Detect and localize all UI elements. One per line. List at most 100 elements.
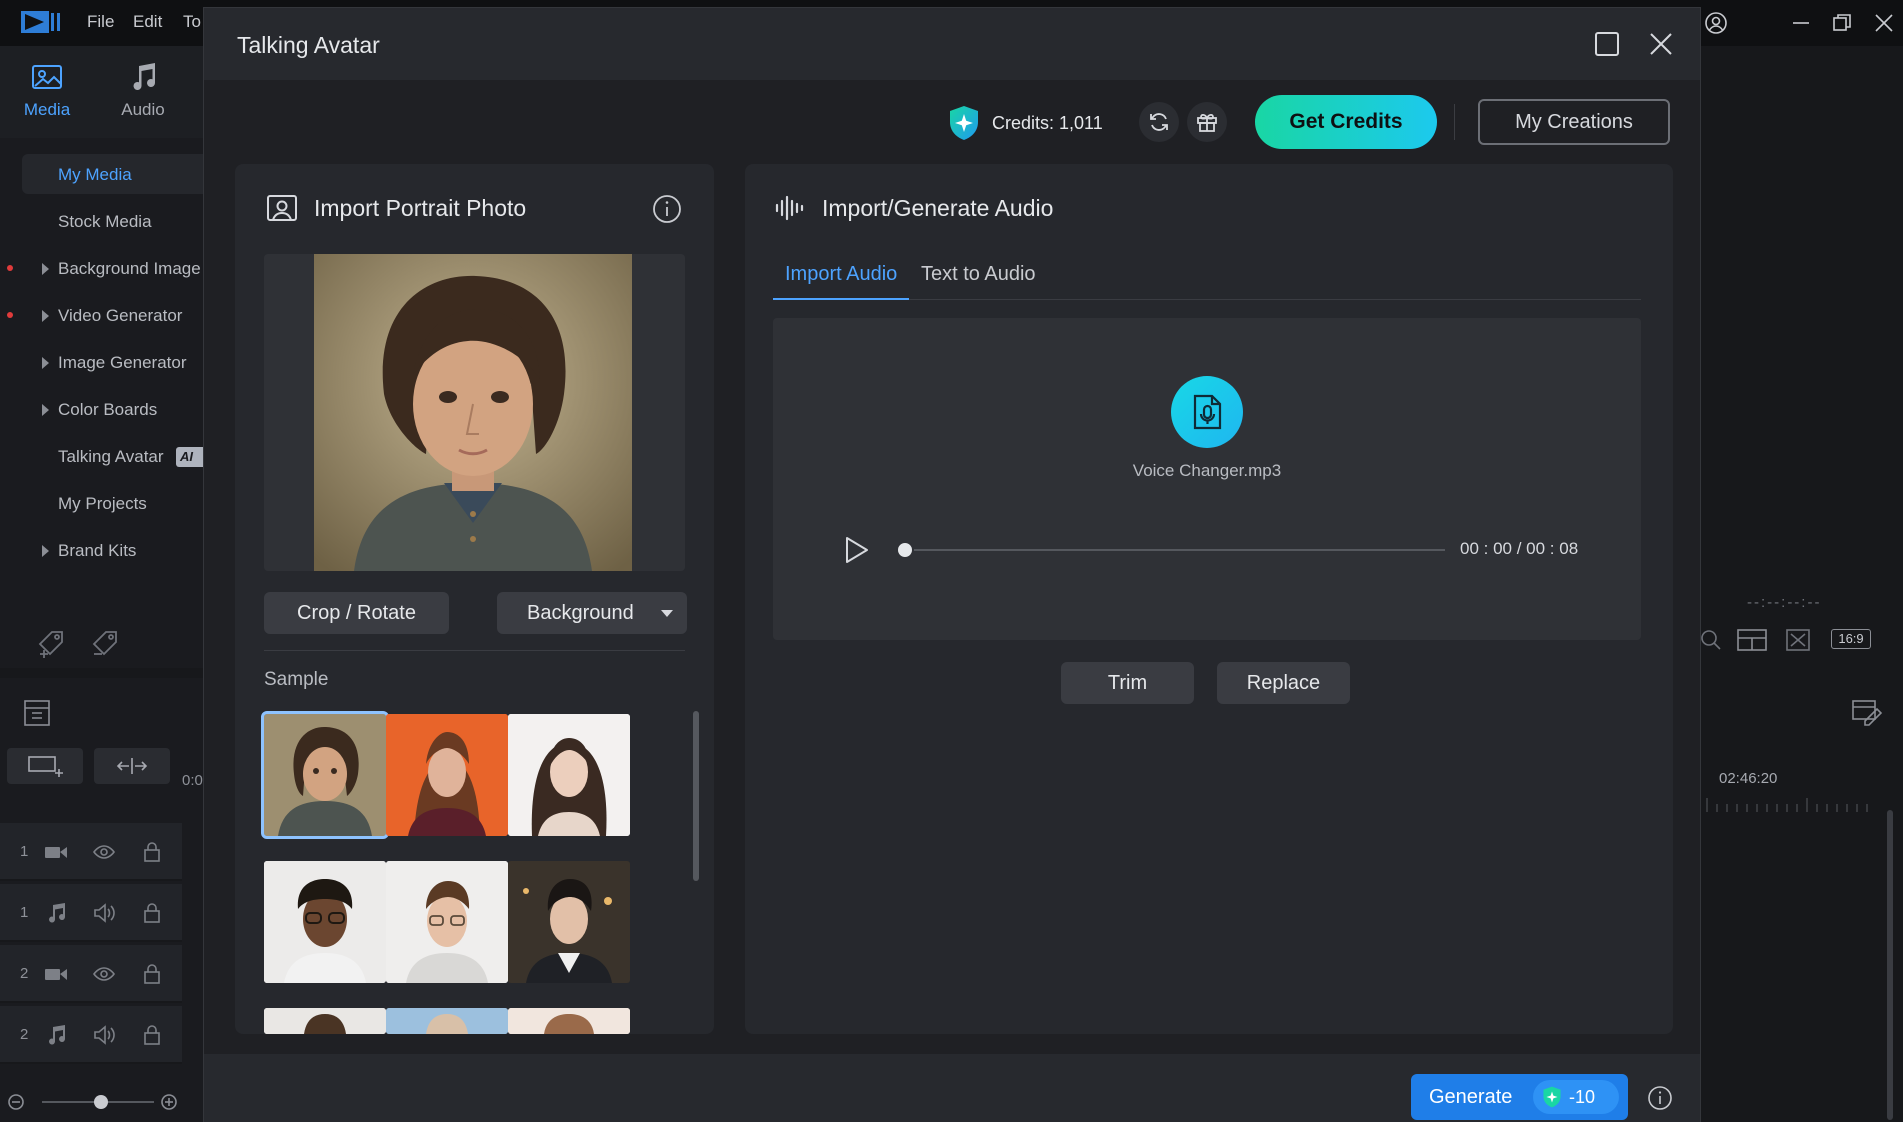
sample-thumb-2[interactable]	[386, 714, 508, 836]
eye-icon[interactable]	[92, 963, 116, 985]
sidebar-item-video-generator[interactable]: Video Generator	[58, 306, 182, 326]
sample-thumb-9[interactable]	[508, 1008, 630, 1034]
sample-thumb-5[interactable]	[386, 861, 508, 983]
track-row-audio-2: 2	[0, 1006, 182, 1064]
background-dropdown[interactable]: Background	[497, 592, 687, 634]
sidebar-item-talking-avatar[interactable]: Talking Avatar	[58, 447, 164, 467]
add-tag-icon[interactable]	[36, 628, 68, 660]
speaker-icon[interactable]	[92, 902, 116, 924]
timeline-vscrollbar[interactable]	[1887, 810, 1893, 1120]
portrait-panel: Import Portrait Photo Crop / Rotate Back…	[235, 164, 714, 1034]
track-number: 1	[20, 843, 29, 860]
zoom-icon[interactable]	[1701, 628, 1723, 652]
gift-button[interactable]	[1187, 102, 1227, 142]
portrait-preview[interactable]	[264, 254, 685, 571]
samples-scrollbar[interactable]	[693, 711, 699, 881]
media-library-sidebar: My Media Stock Media Background Image Vi…	[0, 138, 222, 668]
play-icon[interactable]	[841, 534, 871, 566]
lock-icon[interactable]	[140, 963, 164, 985]
expand-arrow-icon[interactable]	[42, 404, 49, 416]
expand-arrow-icon[interactable]	[42, 357, 49, 369]
divider	[264, 650, 685, 651]
info-icon[interactable]	[652, 194, 682, 224]
sidebar-item-my-projects[interactable]: My Projects	[58, 494, 147, 514]
app-close-icon[interactable]	[1872, 11, 1896, 35]
sample-portrait-man-suit	[508, 861, 630, 983]
audio-progress-track[interactable]	[905, 549, 1445, 551]
sample-portrait-woman-white	[508, 714, 630, 836]
sample-thumb-1[interactable]	[261, 711, 389, 839]
menu-edit[interactable]: Edit	[133, 12, 162, 32]
restore-icon[interactable]	[1830, 11, 1854, 35]
sample-portrait-boy	[264, 714, 386, 836]
my-creations-button[interactable]: My Creations	[1478, 99, 1670, 145]
expand-arrow-icon[interactable]	[42, 310, 49, 322]
sidebar-item-brand-kits[interactable]: Brand Kits	[58, 541, 136, 561]
split-icon	[116, 758, 148, 774]
credits-shield-icon	[1543, 1086, 1561, 1108]
menu-tools[interactable]: To	[183, 12, 201, 32]
eye-icon[interactable]	[92, 841, 116, 863]
sidebar-item-image-generator[interactable]: Image Generator	[58, 353, 187, 373]
tab-media[interactable]: Media	[2, 60, 92, 120]
tab-text-to-audio[interactable]: Text to Audio	[909, 260, 1048, 300]
speaker-icon[interactable]	[92, 1024, 116, 1046]
refresh-credits-button[interactable]	[1139, 102, 1179, 142]
add-track-button[interactable]	[7, 748, 83, 784]
expand-arrow-icon[interactable]	[42, 263, 49, 275]
sidebar-item-my-media[interactable]: My Media	[58, 165, 132, 185]
layout-icon[interactable]	[1737, 628, 1767, 652]
timecode: --:--:--:--	[1747, 594, 1822, 611]
sample-thumb-3[interactable]	[508, 714, 630, 836]
tab-audio[interactable]: Audio	[98, 60, 188, 120]
sample-thumb-7[interactable]	[264, 1008, 386, 1034]
tab-import-audio[interactable]: Import Audio	[773, 260, 910, 300]
add-track-icon	[28, 756, 63, 777]
tab-audio-label: Audio	[121, 100, 165, 119]
track-number: 2	[20, 965, 29, 982]
lock-icon[interactable]	[140, 1024, 164, 1046]
sample-thumb-8[interactable]	[386, 1008, 508, 1034]
sidebar-item-stock-media[interactable]: Stock Media	[58, 212, 152, 232]
tab-media-label: Media	[23, 100, 71, 119]
close-icon[interactable]	[1647, 30, 1675, 58]
trim-button[interactable]: Trim	[1061, 662, 1194, 704]
menu-file[interactable]: File	[87, 12, 114, 32]
timeline-ruler	[1706, 798, 1868, 812]
aspect-ratio-button[interactable]: 16:9	[1831, 629, 1871, 649]
app-logo-icon	[21, 11, 60, 33]
timeline-track-headers: 0:0 1 1 2 2	[0, 678, 203, 1122]
get-credits-button[interactable]: Get Credits	[1255, 95, 1437, 149]
split-button[interactable]	[94, 748, 170, 784]
crop-rotate-button[interactable]: Crop / Rotate	[264, 592, 449, 634]
credits-label: Credits: 1,011	[992, 112, 1103, 133]
sample-portrait-partial	[508, 1008, 630, 1034]
expand-arrow-icon[interactable]	[42, 545, 49, 557]
remove-tag-icon[interactable]	[90, 628, 122, 660]
maximize-icon[interactable]	[1593, 30, 1621, 58]
audio-file-button[interactable]	[1171, 376, 1243, 448]
account-icon[interactable]	[1704, 11, 1728, 35]
audio-file-name: Voice Changer.mp3	[1132, 461, 1282, 480]
replace-button[interactable]: Replace	[1217, 662, 1350, 704]
generate-button[interactable]: Generate -10	[1411, 1074, 1628, 1120]
zoom-slider[interactable]	[4, 1090, 184, 1114]
fit-icon[interactable]	[1785, 628, 1811, 652]
lock-icon[interactable]	[140, 902, 164, 924]
timeline-view-icon[interactable]	[22, 698, 52, 728]
portrait-header: Import Portrait Photo	[266, 194, 526, 222]
timeline-time-right: 02:46:20	[1719, 770, 1778, 787]
lock-icon[interactable]	[140, 841, 164, 863]
sample-thumb-6[interactable]	[508, 861, 630, 983]
sidebar-item-background-image[interactable]: Background Image	[58, 259, 201, 279]
sample-thumb-4[interactable]	[264, 861, 386, 983]
audio-tabs: Import Audio Text to Audio	[773, 260, 1641, 300]
info-icon[interactable]	[1647, 1085, 1673, 1111]
sidebar-item-color-boards[interactable]: Color Boards	[58, 400, 157, 420]
audio-progress-knob[interactable]	[896, 541, 914, 559]
track-row-video-1: 1	[0, 823, 182, 881]
track-number: 1	[20, 904, 29, 921]
credits-display: Credits: 1,011	[946, 103, 1103, 143]
minimize-icon[interactable]	[1789, 11, 1813, 35]
edit-tools-icon[interactable]	[1851, 696, 1883, 726]
